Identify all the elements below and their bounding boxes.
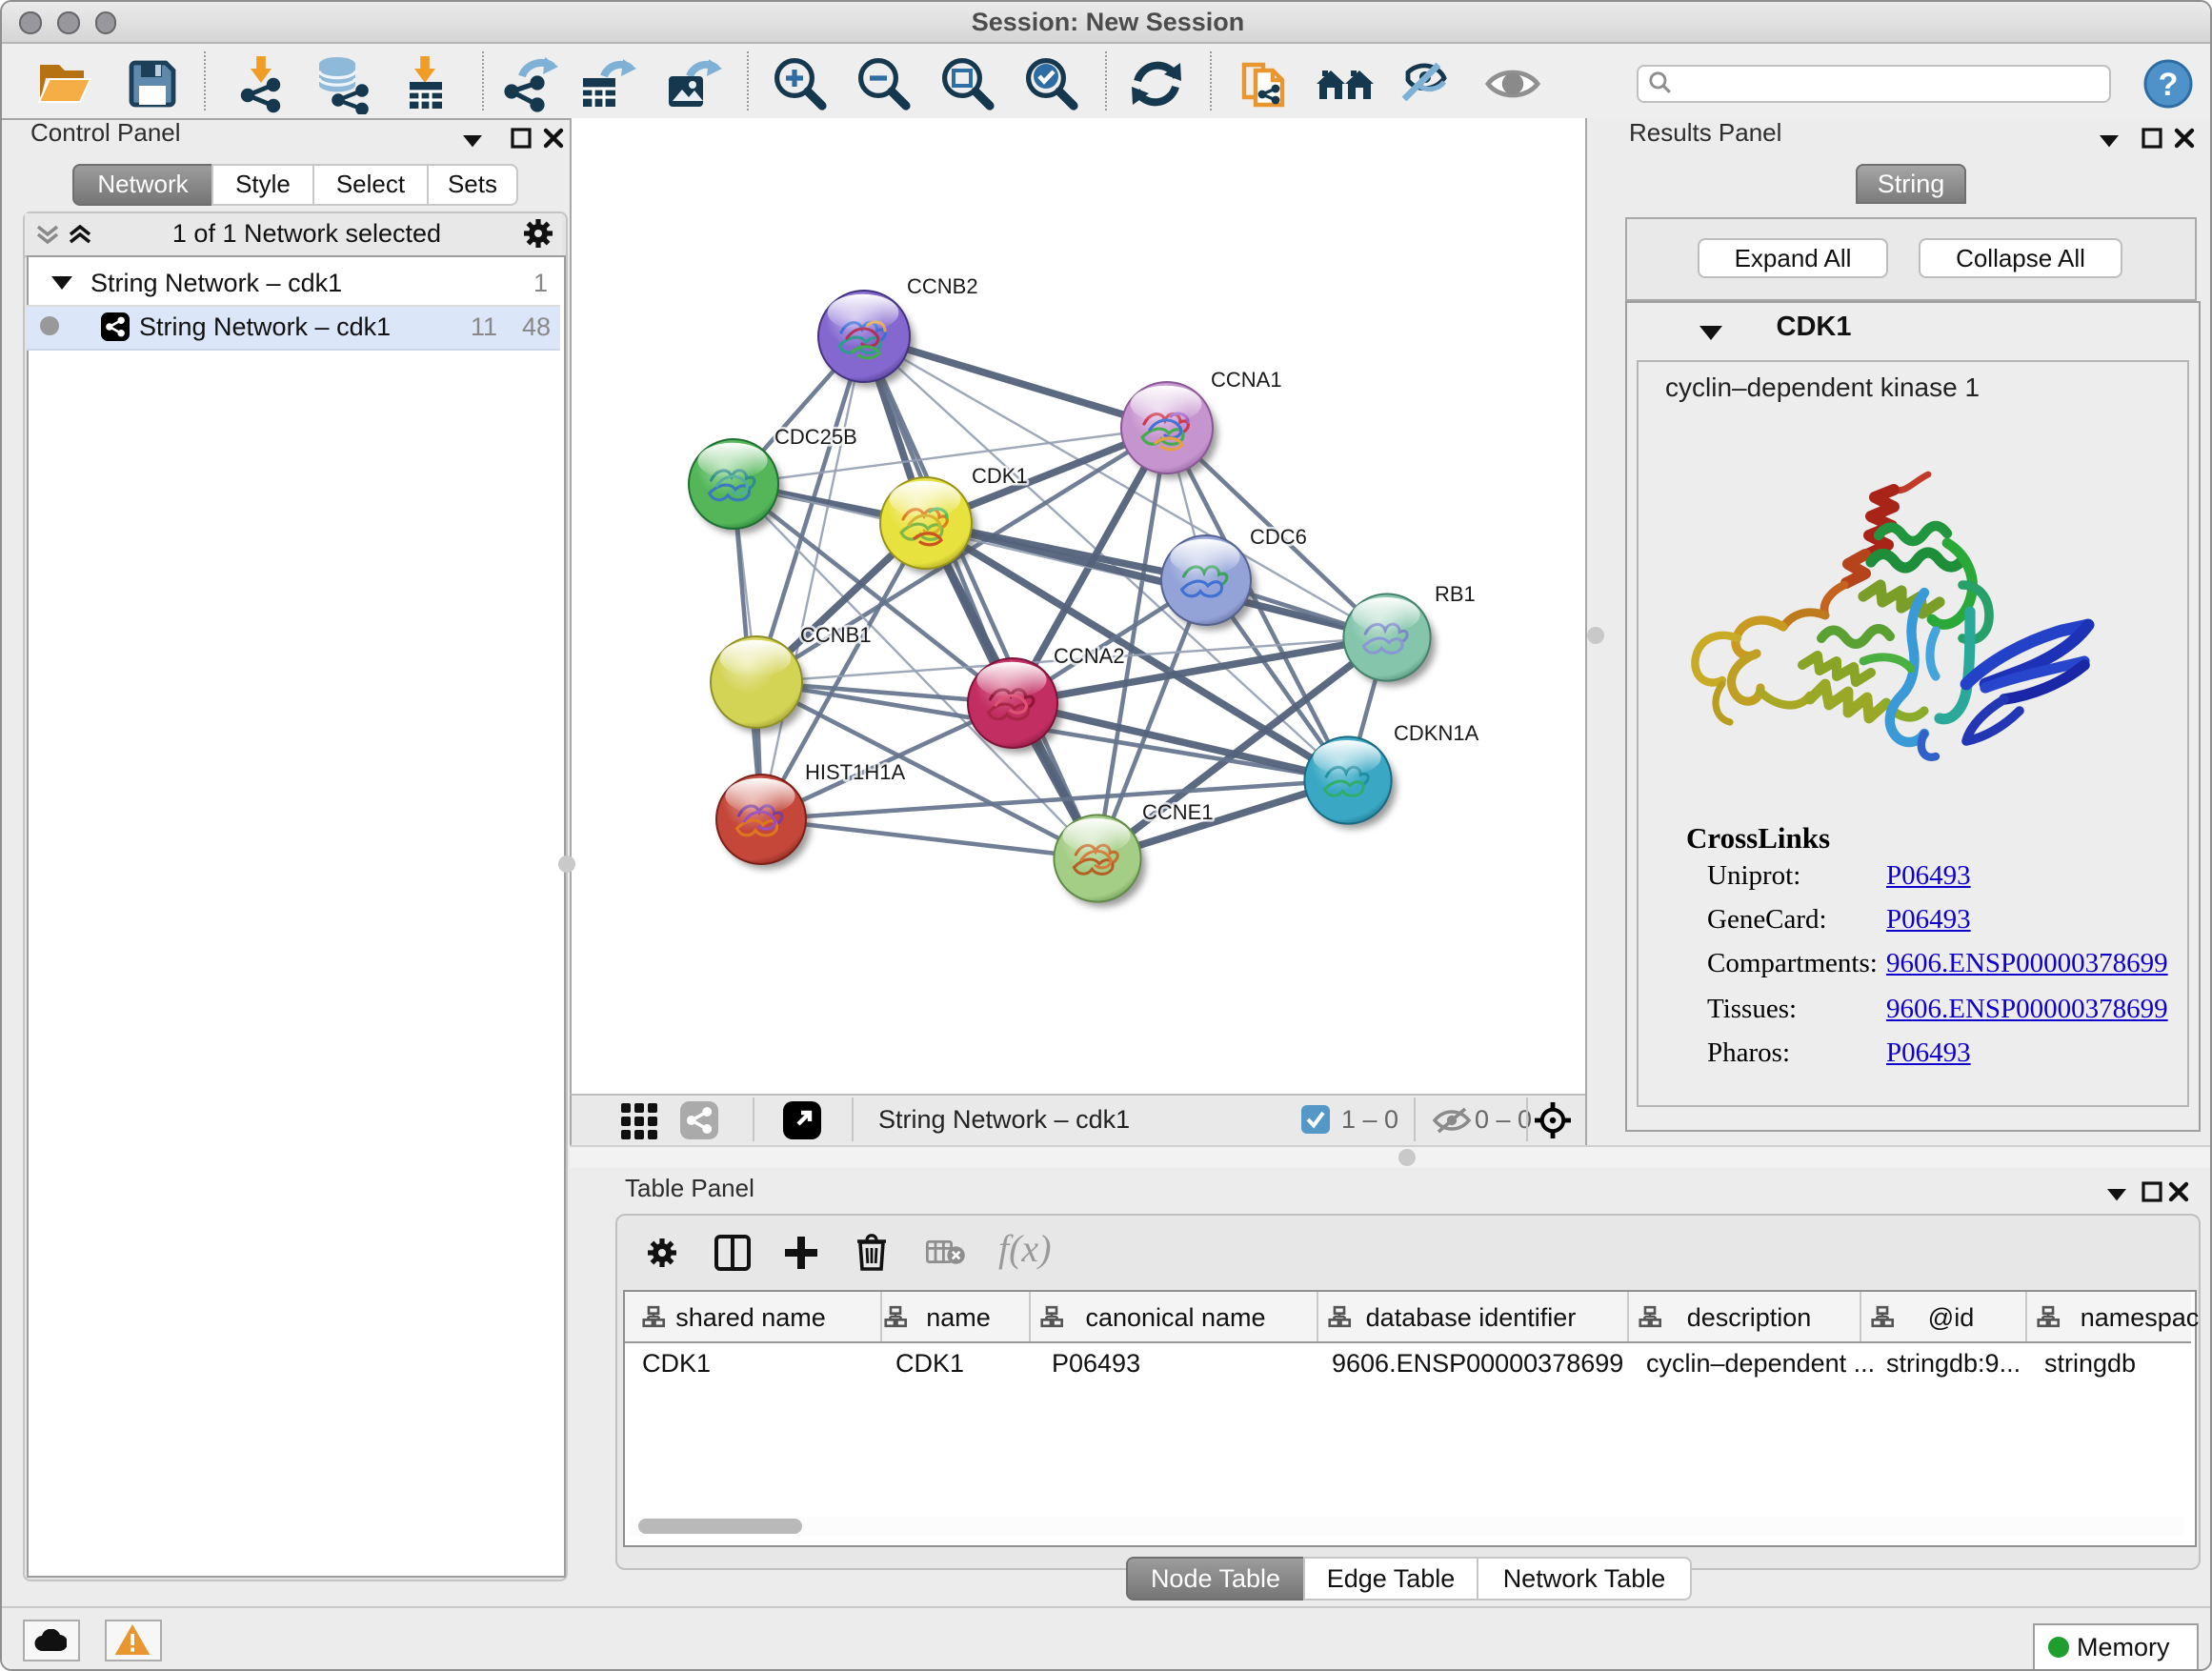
svg-text:CCNB2: CCNB2 <box>907 274 978 298</box>
svg-text:CCNA2: CCNA2 <box>1054 644 1125 668</box>
svg-text:CDC6: CDC6 <box>1250 525 1307 549</box>
svg-text:CCNE1: CCNE1 <box>1142 800 1214 824</box>
svg-text:?: ? <box>2159 67 2179 103</box>
svg-text:CDKN1A: CDKN1A <box>1394 721 1479 745</box>
svg-text:RB1: RB1 <box>1435 582 1476 606</box>
svg-text:CDK1: CDK1 <box>972 464 1028 488</box>
svg-text:CCNA1: CCNA1 <box>1211 368 1282 392</box>
svg-text:HIST1H1A: HIST1H1A <box>805 760 905 784</box>
svg-text:CCNB1: CCNB1 <box>800 623 872 647</box>
svg-text:CDC25B: CDC25B <box>774 425 857 449</box>
